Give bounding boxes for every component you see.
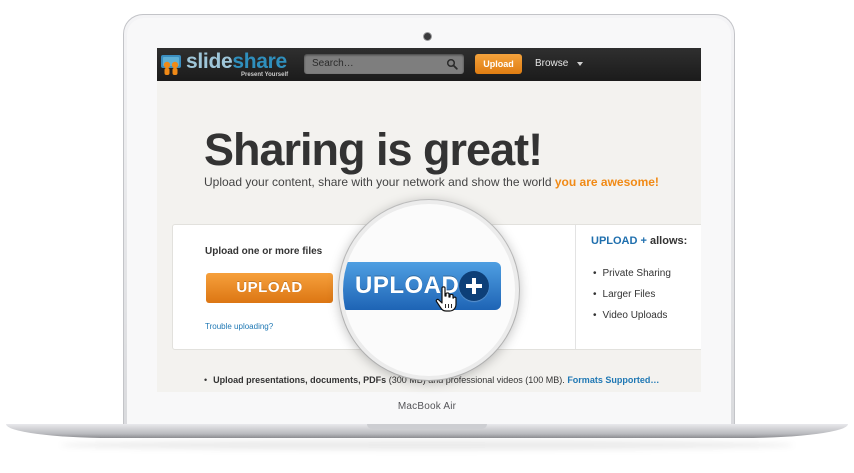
subtitle-highlight: you are awesome! — [554, 175, 659, 189]
magnifier-content: UPLOAD — [343, 204, 515, 376]
list-item: Video Uploads — [593, 310, 671, 331]
laptop-shadow — [60, 440, 794, 450]
upload-nav-button[interactable]: Upload — [475, 54, 522, 74]
list-item: Private Sharing — [593, 268, 671, 289]
search-icon[interactable] — [446, 58, 458, 70]
top-navigation-bar: slideshare Present Yourself Search… Uplo… — [157, 48, 701, 81]
logo-text-part1: slide — [186, 50, 233, 73]
logo-tagline: Present Yourself — [241, 72, 289, 78]
page-title: Sharing is great! — [204, 124, 543, 175]
hand-cursor-icon — [435, 286, 457, 312]
panel-divider — [575, 225, 576, 349]
trouble-uploading-link[interactable]: Trouble uploading? — [205, 322, 273, 331]
plus-icon[interactable] — [459, 271, 489, 301]
slideshare-logo-text[interactable]: slideshare — [186, 50, 287, 74]
upload-plus-button[interactable]: UPLOAD — [343, 262, 501, 310]
browse-menu[interactable]: Browse — [535, 58, 568, 69]
upload-plus-suffix: allows: — [650, 235, 688, 247]
upload-plus-feature-list: Private Sharing Larger Files Video Uploa… — [593, 268, 671, 331]
list-item: Larger Files — [593, 289, 671, 310]
upload-button[interactable]: UPLOAD — [206, 273, 333, 303]
laptop-brand-label: MacBook Air — [397, 401, 457, 412]
upload-plus-brand: UPLOAD + — [591, 235, 647, 247]
chevron-down-icon[interactable] — [577, 62, 583, 66]
bullet-icon: • — [204, 375, 208, 385]
logo-text-part2: share — [232, 50, 287, 73]
search-input[interactable]: Search… — [304, 54, 464, 74]
upload-plus-heading: UPLOAD + allows: — [591, 235, 687, 247]
page-subtitle: Upload your content, share with your net… — [204, 175, 659, 189]
search-placeholder: Search… — [312, 58, 354, 69]
subtitle-text: Upload your content, share with your net… — [204, 175, 552, 189]
magnifier-lens: UPLOAD — [339, 200, 519, 380]
upload-limits-bold: Upload presentations, documents, PDFs — [213, 375, 387, 385]
slideshare-logo-icon[interactable] — [160, 54, 182, 76]
camera-icon — [424, 33, 431, 40]
formats-supported-link[interactable]: Formats Supported… — [567, 375, 659, 385]
upload-panel-label: Upload one or more files — [205, 246, 323, 257]
laptop-base-notch — [367, 424, 487, 429]
